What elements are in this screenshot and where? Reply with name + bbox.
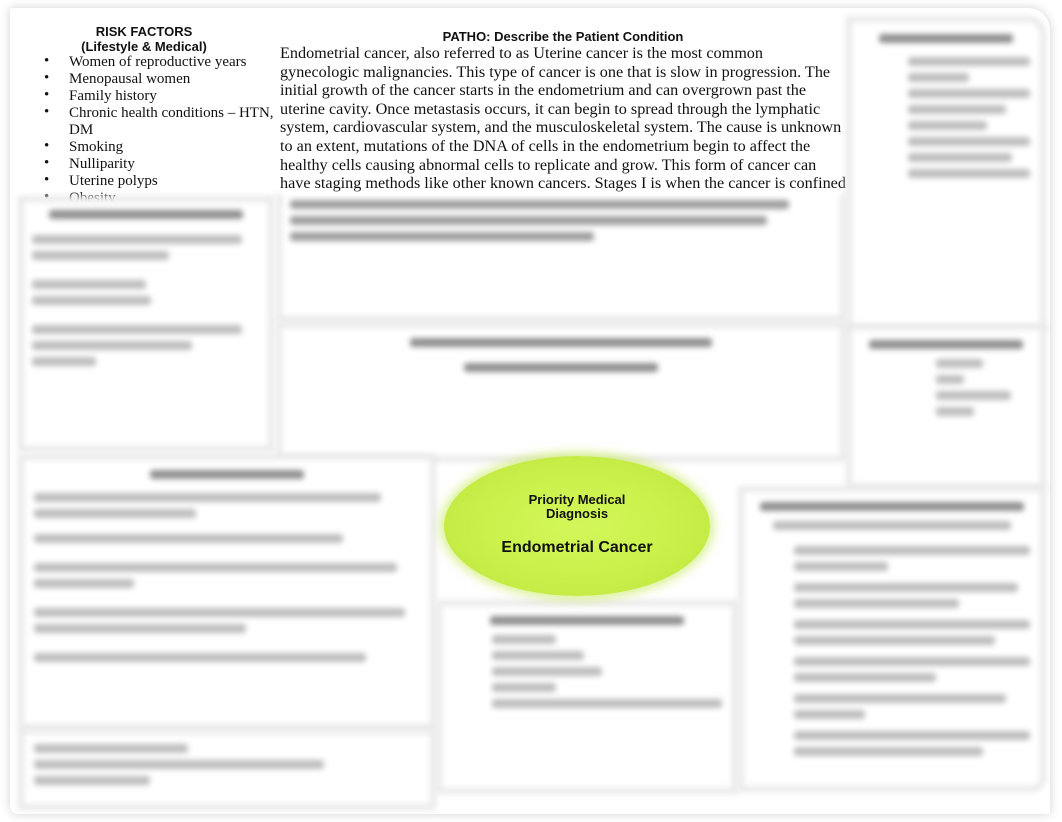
blurred-box-bottom-center (436, 600, 738, 794)
blurred-box-bottom-left (18, 454, 436, 730)
priority-diagnosis-label: Priority Medical Diagnosis (528, 492, 626, 521)
bullet-icon: • (44, 53, 50, 69)
blurred-box-bottom-left-small (18, 728, 436, 810)
blurred-box-left-middle (18, 196, 274, 452)
bullet-icon: • (44, 138, 50, 154)
blurred-box-right-top (846, 16, 1046, 332)
patho-title: PATHO: Describe the Patient Condition (442, 29, 684, 44)
risk-factor-text: Menopausal women (69, 71, 191, 87)
risk-factor-item: • Chronic health conditions – HTN, DM (44, 104, 280, 139)
priority-diagnosis-value: Endometrial Cancer (501, 539, 653, 556)
risk-factor-text: Family history (69, 88, 157, 104)
blurred-box-bottom-right (738, 486, 1046, 792)
risk-factor-item: • Smoking (44, 138, 280, 156)
risk-factors-section: RISK FACTORS (Lifestyle & Medical) • Wome… (18, 24, 280, 207)
risk-factor-item: • Women of reproductive years (44, 53, 280, 71)
document-page: RISK FACTORS (Lifestyle & Medical) • Wome… (10, 8, 1050, 814)
risk-factor-text: Nulliparity (69, 156, 135, 172)
risk-factor-text: Women of reproductive years (69, 54, 247, 70)
risk-factor-text: Uterine polyps (69, 173, 158, 189)
blurred-box-right-middle (846, 324, 1046, 490)
bullet-icon: • (44, 155, 50, 171)
bullet-icon: • (44, 70, 50, 86)
patho-section: PATHO: Describe the Patient Condition En… (280, 29, 846, 211)
risk-factors-title: RISK FACTORS (95, 24, 193, 39)
risk-factor-item: • Family history (44, 87, 280, 105)
risk-factor-text: Chronic health conditions – HTN, DM (69, 105, 274, 138)
risk-factor-item: • Menopausal women (44, 70, 280, 88)
risk-factors-subtitle: (Lifestyle & Medical) (81, 39, 207, 54)
bullet-icon: • (44, 172, 50, 188)
blurred-box-center-upper (276, 322, 846, 462)
risk-factor-text: Smoking (69, 139, 124, 155)
patho-description: Endometrial cancer, also referred to as … (280, 44, 846, 211)
risk-factors-list: • Women of reproductive years • Menopausal … (18, 53, 280, 207)
priority-diagnosis-ellipse: Priority Medical Diagnosis Endometrial C… (444, 456, 710, 596)
risk-factor-item: • Nulliparity (44, 155, 280, 173)
bullet-icon: • (44, 87, 50, 103)
bullet-icon: • (44, 104, 50, 120)
risk-factor-item: • Uterine polyps (44, 172, 280, 190)
blurred-box-patho-continued (276, 194, 846, 322)
